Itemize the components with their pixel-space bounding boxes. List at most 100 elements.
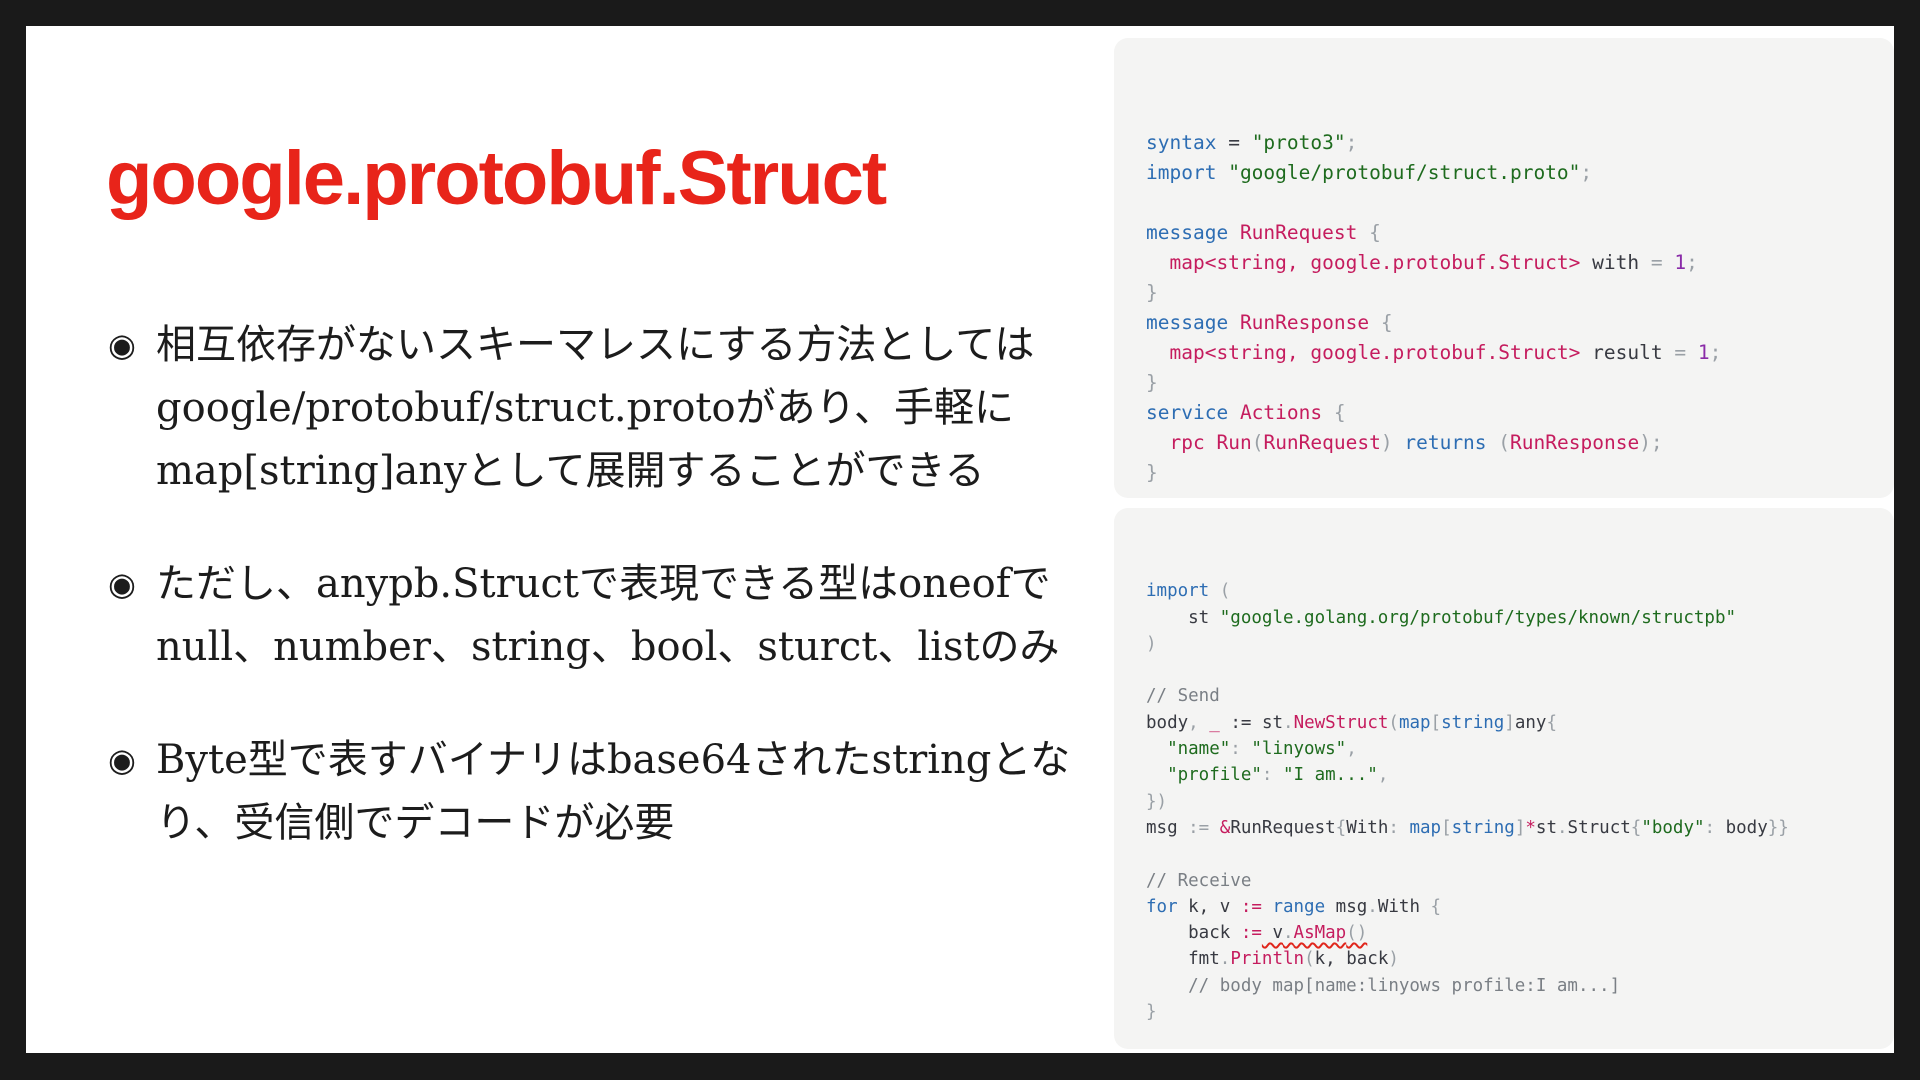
code-token: } <box>1146 371 1158 394</box>
code-token: k, v <box>1177 896 1241 917</box>
code-line: message RunResponse { <box>1146 308 1721 338</box>
code-token: body <box>1725 817 1768 838</box>
code-token: * <box>1525 817 1536 838</box>
code-line: service Actions { <box>1146 398 1721 428</box>
code-token: { <box>1420 896 1442 917</box>
slide-title: google.protobuf.Struct <box>106 136 887 221</box>
bullet-text: Byte型で表すバイナリはbase64されたstringとなり、受信側でデコード… <box>156 737 1071 846</box>
code-token: st <box>1261 712 1284 733</box>
code-token: = <box>1216 131 1252 154</box>
code-token: ; <box>1709 341 1722 364</box>
code-token: ( <box>1209 581 1231 602</box>
code-token: map<string, google.protobuf.Struct> <box>1169 251 1581 274</box>
bullet-icon: ◉ <box>108 326 136 364</box>
code-token: ) <box>1380 431 1393 454</box>
code-token: string <box>1451 817 1515 838</box>
code-token-error: AsMap <box>1293 923 1347 944</box>
code-token: import <box>1146 161 1217 184</box>
code-token: := <box>1219 712 1262 733</box>
code-token: service <box>1146 401 1229 424</box>
code-token: { <box>1357 221 1381 244</box>
code-line: } <box>1146 458 1721 488</box>
go-code: import ( st "google.golang.org/protobuf/… <box>1146 552 1789 1078</box>
code-token: } <box>1146 1002 1157 1023</box>
code-token: , <box>1377 765 1389 786</box>
code-token: rpc <box>1169 431 1205 454</box>
code-token: Actions <box>1239 401 1323 424</box>
bullet-list: ◉ 相互依存がないスキーマレスにする方法としては google/protobuf… <box>106 314 1091 905</box>
code-token: { <box>1546 712 1558 733</box>
code-token: : <box>1261 765 1283 786</box>
code-token: ); <box>1639 431 1663 454</box>
code-token: st <box>1535 817 1557 838</box>
bullet-icon: ◉ <box>108 565 136 603</box>
code-token: any <box>1514 712 1547 733</box>
code-token: "linyows" <box>1251 739 1347 760</box>
code-token: := <box>1240 923 1262 944</box>
code-line: for k, v := range msg.With { <box>1146 894 1789 920</box>
code-line: } <box>1146 999 1789 1025</box>
code-line: import "google/protobuf/struct.proto"; <box>1146 158 1721 188</box>
code-line: // body map[name:linyows profile:I am...… <box>1146 973 1789 999</box>
code-token: } <box>1146 281 1158 304</box>
code-token: string <box>1441 712 1505 733</box>
code-line: "profile": "I am...", <box>1146 762 1789 788</box>
code-token: [ <box>1441 817 1452 838</box>
code-token: () <box>1346 923 1368 944</box>
code-comment: // body map[name:linyows profile:I am...… <box>1146 975 1621 996</box>
code-line: rpc Run(RunRequest) returns (RunResponse… <box>1146 428 1721 458</box>
code-token: v <box>1261 923 1283 944</box>
code-token: "I am..." <box>1282 765 1378 786</box>
proto-code-block: syntax = "proto3"; import "google/protobu… <box>1114 38 1894 498</box>
code-token: }) <box>1146 791 1168 812</box>
code-token: "proto3" <box>1251 131 1346 154</box>
code-token: = <box>1674 341 1687 364</box>
code-line: syntax = "proto3"; <box>1146 128 1721 158</box>
code-comment: // Receive <box>1146 870 1252 891</box>
code-token: st <box>1146 607 1220 628</box>
code-line: st "google.golang.org/protobuf/types/kno… <box>1146 605 1789 631</box>
code-token: result <box>1580 341 1675 364</box>
code-token: k, back <box>1314 949 1389 970</box>
bullet-text: 相互依存がないスキーマレスにする方法としては google/protobuf/s… <box>156 322 1035 494</box>
code-token: syntax <box>1146 131 1217 154</box>
code-token: With <box>1346 817 1389 838</box>
code-token: ( <box>1251 431 1264 454</box>
go-code-block: import ( st "google.golang.org/protobuf/… <box>1114 508 1894 1049</box>
code-token: "name" <box>1167 739 1231 760</box>
code-token: ; <box>1345 131 1358 154</box>
code-token: body <box>1146 712 1189 733</box>
code-token: "google/protobuf/struct.proto" <box>1228 161 1581 184</box>
code-token: := <box>1177 817 1220 838</box>
code-token: = <box>1650 251 1663 274</box>
code-token: RunRequest <box>1263 431 1381 454</box>
code-token: ( <box>1388 712 1399 733</box>
code-token: : <box>1230 739 1252 760</box>
proto-code: syntax = "proto3"; import "google/protobu… <box>1146 98 1721 548</box>
code-token: back <box>1146 923 1241 944</box>
code-line: } <box>1146 278 1721 308</box>
code-token: RunRequest <box>1239 221 1358 244</box>
code-line: back := v.AsMap() <box>1146 920 1789 946</box>
code-comment: // Send <box>1146 686 1220 707</box>
slide: google.protobuf.Struct ◉ 相互依存がないスキーマレスにす… <box>26 26 1894 1053</box>
code-token: . <box>1367 896 1378 917</box>
code-token: . <box>1219 949 1231 970</box>
code-token: { <box>1630 817 1642 838</box>
code-token: map<string, google.protobuf.Struct> <box>1169 341 1581 364</box>
code-token: ] <box>1514 817 1526 838</box>
code-token: { <box>1335 817 1347 838</box>
code-token: , <box>1188 712 1210 733</box>
code-line: // Receive <box>1146 868 1789 894</box>
code-token: with <box>1580 251 1651 274</box>
code-token: }} <box>1767 817 1789 838</box>
